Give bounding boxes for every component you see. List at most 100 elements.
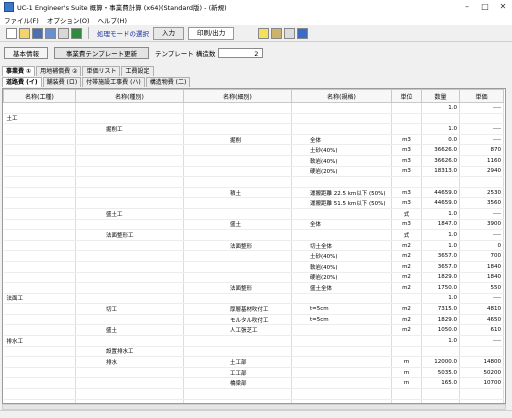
- table-cell[interactable]: [291, 176, 392, 188]
- table-cell[interactable]: [3, 388, 76, 400]
- mail-icon[interactable]: [284, 27, 296, 39]
- table-cell[interactable]: [3, 356, 76, 368]
- tab-road-cost[interactable]: 道路費 (イ): [2, 77, 42, 87]
- table-cell[interactable]: 橋梁部: [183, 377, 292, 390]
- table-row[interactable]: 土砂(40%) m3 36626.0 870: [3, 144, 504, 156]
- table-cell[interactable]: 厚層基材吹付工: [183, 303, 292, 315]
- table-cell[interactable]: [3, 314, 76, 326]
- table-cell[interactable]: 1829.0: [421, 272, 460, 284]
- table-row[interactable]: 土砂(40%) m2 3657.0 700: [3, 250, 504, 262]
- table-cell[interactable]: 1.0: [421, 335, 460, 347]
- table-row[interactable]: 法面整形工 式 1.0 ----: [3, 229, 504, 241]
- table-cell[interactable]: 1.0: [421, 229, 460, 241]
- table-cell[interactable]: 165.0: [421, 377, 460, 390]
- table-cell[interactable]: [291, 367, 392, 379]
- print-output-mode-button[interactable]: 印刷/出力: [188, 26, 235, 40]
- table-cell[interactable]: [3, 346, 76, 358]
- table-cell[interactable]: m: [391, 367, 422, 379]
- table-cell[interactable]: 0.0: [421, 134, 460, 146]
- table-cell[interactable]: m2: [391, 303, 422, 315]
- table-cell[interactable]: 5035.0: [421, 367, 460, 379]
- column-header[interactable]: 名称(種別): [75, 89, 184, 103]
- table-cell[interactable]: ----: [459, 335, 504, 347]
- table-cell[interactable]: 法面整形: [183, 240, 292, 252]
- table-cell[interactable]: 1840: [459, 272, 504, 284]
- table-cell[interactable]: 3900: [459, 219, 504, 231]
- table-cell[interactable]: [391, 346, 422, 358]
- table-cell[interactable]: [459, 176, 504, 188]
- table-cell[interactable]: 法面整形: [183, 282, 292, 294]
- table-cell[interactable]: 人工張芝工: [183, 324, 292, 337]
- table-cell[interactable]: 切土全体: [291, 240, 392, 252]
- table-cell[interactable]: [421, 176, 460, 188]
- new-file-icon[interactable]: [6, 27, 17, 39]
- table-cell[interactable]: [75, 293, 184, 305]
- table-cell[interactable]: 1750.0: [421, 282, 460, 294]
- tab-cost-setting[interactable]: 工費設定: [121, 66, 154, 76]
- table-cell[interactable]: m3: [391, 155, 422, 167]
- table-row[interactable]: 法面整形 切土全体 m2 1.0 0: [3, 240, 504, 252]
- table-cell[interactable]: [291, 356, 392, 368]
- table-cell[interactable]: m: [391, 377, 422, 390]
- table-cell[interactable]: [291, 335, 392, 347]
- tab-project-cost[interactable]: 事業費 ①: [2, 66, 36, 76]
- table-row[interactable]: 排水工 1.0 ----: [3, 335, 504, 347]
- table-cell[interactable]: [3, 144, 76, 156]
- table-cell[interactable]: [183, 144, 292, 156]
- table-cell[interactable]: [183, 293, 292, 305]
- table-cell[interactable]: m3: [391, 219, 422, 231]
- table-cell[interactable]: [75, 113, 184, 125]
- table-cell[interactable]: 4810: [459, 303, 504, 315]
- table-cell[interactable]: 全体: [291, 134, 392, 146]
- table-cell[interactable]: [3, 102, 76, 114]
- table-cell[interactable]: [391, 102, 422, 114]
- table-cell[interactable]: t=5cm: [291, 314, 392, 326]
- table-cell[interactable]: [3, 187, 76, 199]
- table-cell[interactable]: 盛土全体: [291, 282, 392, 294]
- table-cell[interactable]: [391, 388, 422, 400]
- table-cell[interactable]: [75, 155, 184, 167]
- table-cell[interactable]: m2: [391, 240, 422, 252]
- table-cell[interactable]: [75, 144, 184, 156]
- key-icon[interactable]: [271, 27, 283, 39]
- table-cell[interactable]: [75, 377, 184, 390]
- table-cell[interactable]: [291, 229, 392, 241]
- table-cell[interactable]: [183, 272, 292, 284]
- table-cell[interactable]: 44659.0: [421, 187, 460, 199]
- table-cell[interactable]: [75, 134, 184, 146]
- table-cell[interactable]: [391, 176, 422, 188]
- table-cell[interactable]: [75, 261, 184, 273]
- info-icon[interactable]: [297, 27, 309, 39]
- table-cell[interactable]: [183, 155, 292, 167]
- table-row[interactable]: 切工 厚層基材吹付工 t=5cm m2 7315.0 4810: [3, 303, 504, 315]
- table-cell[interactable]: [183, 166, 292, 178]
- table-cell[interactable]: 硬岩(20%): [291, 166, 392, 178]
- table-cell[interactable]: m2: [391, 250, 422, 262]
- table-cell[interactable]: m2: [391, 324, 422, 337]
- table-cell[interactable]: [459, 113, 504, 125]
- table-cell[interactable]: ----: [459, 102, 504, 114]
- column-header[interactable]: 数量: [421, 89, 460, 103]
- table-cell[interactable]: [75, 166, 184, 178]
- open-folder-icon[interactable]: [19, 27, 30, 39]
- table-cell[interactable]: ----: [459, 134, 504, 146]
- help-bulb-icon[interactable]: [258, 27, 270, 39]
- table-cell[interactable]: [291, 208, 392, 220]
- table-cell[interactable]: [75, 197, 184, 209]
- table-cell[interactable]: [3, 367, 76, 379]
- table-cell[interactable]: 12000.0: [421, 356, 460, 368]
- table-cell[interactable]: [421, 388, 460, 400]
- table-cell[interactable]: t=5cm: [291, 303, 392, 315]
- table-cell[interactable]: [291, 324, 392, 337]
- table-cell[interactable]: 法面整形工: [75, 229, 184, 241]
- table-row[interactable]: 土工: [3, 113, 504, 125]
- table-cell[interactable]: [75, 219, 184, 231]
- table-cell[interactable]: [75, 176, 184, 188]
- table-cell[interactable]: ----: [459, 123, 504, 135]
- table-row[interactable]: 法面整形 盛土全体 m2 1750.0 550: [3, 282, 504, 294]
- table-cell[interactable]: ----: [459, 293, 504, 305]
- table-cell[interactable]: [291, 388, 392, 400]
- table-cell[interactable]: 積土: [183, 187, 292, 199]
- table-cell[interactable]: 盛土工: [75, 208, 184, 220]
- table-cell[interactable]: 盛土: [75, 324, 184, 337]
